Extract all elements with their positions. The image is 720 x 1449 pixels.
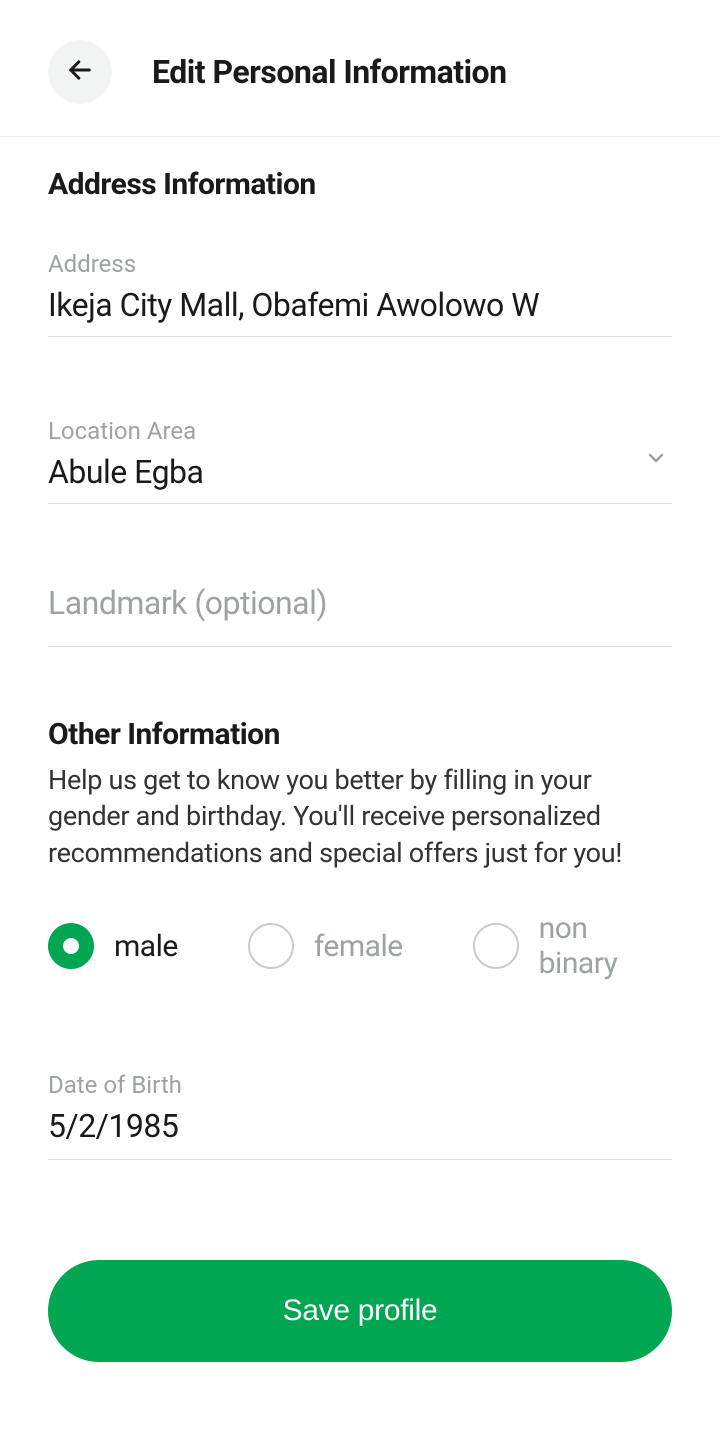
location-area-field[interactable]: Location Area Abule Egba: [48, 417, 672, 504]
gender-label-nonbinary: non binary: [539, 911, 672, 981]
gender-option-male[interactable]: male: [48, 911, 178, 981]
save-profile-button[interactable]: Save profile: [48, 1260, 672, 1362]
radio-selected-icon: [48, 923, 94, 969]
location-label: Location Area: [48, 417, 672, 445]
dob-label: Date of Birth: [48, 1071, 672, 1099]
dob-field[interactable]: Date of Birth 5/2/1985: [48, 1071, 672, 1160]
back-button[interactable]: [48, 40, 112, 104]
address-section-title: Address Information: [48, 167, 672, 202]
page-title: Edit Personal Information: [152, 53, 507, 91]
header: Edit Personal Information: [0, 0, 720, 137]
dob-value: 5/2/1985: [48, 1107, 672, 1145]
other-section: Other Information Help us get to know yo…: [48, 717, 672, 1362]
gender-label-male: male: [114, 929, 178, 964]
address-value: Ikeja City Mall, Obafemi Awolowo W: [48, 286, 672, 324]
location-value: Abule Egba: [48, 453, 672, 491]
radio-unselected-icon: [248, 923, 294, 969]
arrow-left-icon: [66, 56, 94, 88]
landmark-field[interactable]: Landmark (optional): [48, 584, 672, 647]
gender-label-female: female: [314, 929, 403, 964]
other-section-desc: Help us get to know you better by fillin…: [48, 762, 672, 871]
address-field[interactable]: Address Ikeja City Mall, Obafemi Awolowo…: [48, 250, 672, 337]
radio-unselected-icon: [473, 923, 519, 969]
other-section-title: Other Information: [48, 717, 672, 752]
content: Address Information Address Ikeja City M…: [0, 137, 720, 1362]
landmark-placeholder: Landmark (optional): [48, 584, 672, 622]
gender-radio-group: male female non binary: [48, 911, 672, 981]
chevron-down-icon: [644, 446, 668, 474]
gender-option-female[interactable]: female: [248, 911, 403, 981]
gender-option-nonbinary[interactable]: non binary: [473, 911, 672, 981]
address-label: Address: [48, 250, 672, 278]
